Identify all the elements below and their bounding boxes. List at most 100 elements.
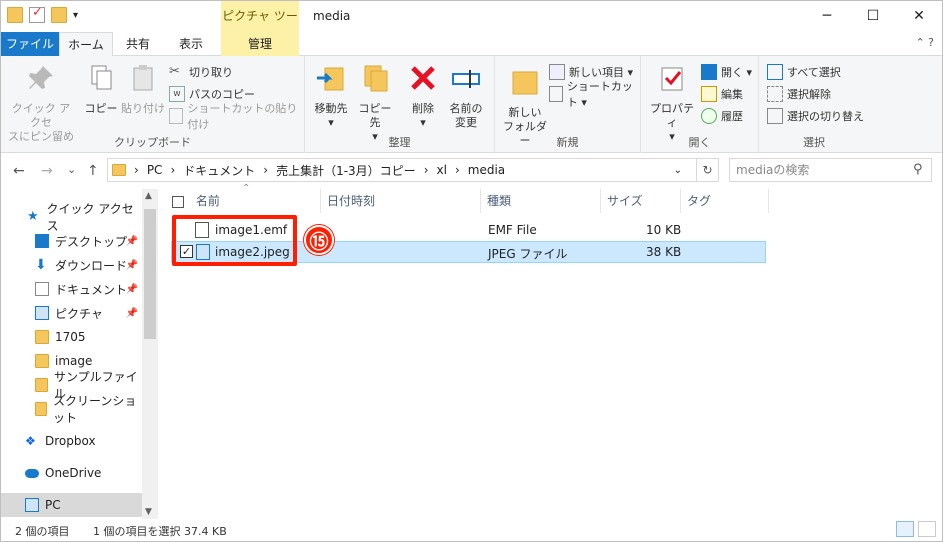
close-button[interactable]: ✕ (896, 1, 942, 32)
easy-access-button[interactable]: ショートカット ▾ (549, 80, 640, 109)
search-icon[interactable]: ⚲ (913, 162, 923, 177)
address-bar[interactable]: › PC › ドキュメント › 売上集計（1-3月）コピー › xl › med… (107, 158, 697, 182)
nav-quick-access[interactable]: ★ クイック アクセス (27, 202, 142, 233)
pin-icon: 📌 (125, 235, 138, 247)
new-folder-icon[interactable] (51, 7, 67, 23)
column-name[interactable]: 名前 (164, 189, 321, 213)
column-size[interactable]: サイズ (601, 189, 681, 213)
properties-button[interactable]: プロパティ ▾ (647, 62, 697, 144)
nav-item-1705[interactable]: 1705 (35, 325, 142, 349)
paste-shortcut-button[interactable]: ショートカットの貼り付け (169, 102, 304, 131)
nav-item-downloads[interactable]: ⬇ ダウンロード 📌 (35, 253, 142, 277)
item-count: 2 個の項目 (15, 525, 70, 538)
properties-check-icon[interactable] (29, 5, 45, 23)
breadcrumb-pc[interactable]: PC (147, 163, 163, 177)
delete-button[interactable]: 削除 ▾ (405, 62, 441, 130)
select-group: すべて選択 選択解除 選択の切り替え 選択 (759, 56, 869, 153)
new-folder-icon (512, 71, 538, 95)
column-tags[interactable]: タグ (681, 189, 769, 213)
pin-icon: 📌 (125, 259, 138, 271)
nav-scrollbar[interactable]: ▲ ▼ (142, 189, 158, 519)
breadcrumb-xl[interactable]: xl (437, 163, 447, 177)
tab-file[interactable]: ファイル (1, 32, 59, 56)
large-icons-view-icon[interactable] (918, 521, 936, 537)
nav-item-documents[interactable]: ドキュメント 📌 (35, 277, 142, 301)
rename-button[interactable]: 名前の 変更 (445, 62, 487, 130)
folder-icon (35, 378, 49, 392)
qat-dropdown-icon[interactable]: ▾ (73, 10, 78, 21)
nav-dropbox[interactable]: ❖ Dropbox (25, 429, 142, 453)
organize-group-label: 整理 (388, 136, 411, 149)
copy-button[interactable]: コピー (81, 62, 121, 116)
ribbon-tabs: ファイル ホーム 共有 表示 管理 ⌃ ? (1, 32, 942, 57)
tab-manage[interactable]: 管理 (221, 32, 299, 56)
selection-info: 1 個の項目を選択 37.4 KB (93, 525, 227, 538)
paste-button[interactable]: 貼り付け (119, 62, 167, 116)
onedrive-cloud-icon (25, 468, 39, 478)
breadcrumb-media[interactable]: media (468, 163, 505, 177)
recent-locations-icon[interactable]: ⌄ (67, 163, 76, 176)
cut-button[interactable]: ✂ 切り取り (169, 62, 233, 82)
minimize-button[interactable]: ─ (804, 1, 850, 32)
nav-pc[interactable]: PC (1, 493, 142, 517)
tab-home[interactable]: ホーム (59, 32, 113, 57)
select-all-checkbox[interactable] (172, 195, 184, 208)
copy-to-icon (364, 65, 388, 92)
details-view-icon[interactable] (896, 521, 914, 537)
move-to-button[interactable]: 移動先 ▾ (311, 62, 351, 130)
search-input[interactable]: mediaの検索 (729, 158, 932, 182)
select-group-label: 選択 (803, 136, 825, 149)
maximize-button[interactable]: ☐ (850, 1, 896, 32)
navigation-pane: ★ クイック アクセス デスクトップ 📌 ⬇ ダウンロード 📌 ドキュメント 📌… (1, 189, 158, 519)
new-item-icon (549, 64, 565, 80)
pc-monitor-icon (25, 498, 39, 512)
properties-icon (661, 67, 683, 91)
desktop-icon (35, 234, 49, 248)
nav-item-pictures[interactable]: ピクチャ 📌 (35, 301, 142, 325)
tab-view[interactable]: 表示 (163, 32, 219, 56)
scissors-icon: ✂ (169, 64, 180, 79)
move-to-icon (317, 67, 344, 91)
invert-selection-button[interactable]: 選択の切り替え (767, 106, 864, 126)
clipboard-icon (133, 65, 153, 91)
edit-button[interactable]: 編集 (701, 84, 743, 104)
window-title: media (313, 9, 351, 23)
scroll-up-icon[interactable]: ▲ (145, 191, 152, 201)
path-icon: W (169, 86, 185, 102)
nav-item-desktop[interactable]: デスクトップ 📌 (35, 229, 142, 253)
delete-x-icon (411, 66, 435, 90)
column-date[interactable]: 日付時刻 (321, 189, 481, 213)
file-size: 10 KB (646, 223, 682, 237)
tab-share[interactable]: 共有 (115, 32, 161, 56)
up-arrow-icon[interactable]: ↑ (87, 163, 99, 179)
history-button[interactable]: 履歴 (701, 106, 743, 126)
select-none-button[interactable]: 選択解除 (767, 84, 831, 104)
pictures-icon (35, 306, 49, 320)
pin-quick-access-button[interactable]: クイック アクセ スにピン留め (7, 62, 75, 144)
file-type: EMF File (488, 223, 537, 237)
address-dropdown-icon[interactable]: ⌄ (674, 165, 682, 176)
dropbox-icon: ❖ (25, 434, 36, 448)
back-arrow-icon[interactable]: ← (13, 163, 25, 179)
folder-icon[interactable] (7, 7, 23, 23)
organize-group: 移動先 ▾ コピー先 ▾ 削除 ▾ 名前の 変更 整理 (305, 56, 495, 153)
select-all-button[interactable]: すべて選択 (767, 62, 841, 82)
nav-item-screenshots[interactable]: スクリーンショット (35, 394, 142, 425)
open-image-icon (701, 64, 717, 80)
download-icon: ⬇ (35, 257, 47, 273)
open-button[interactable]: 開く ▾ (701, 62, 752, 82)
scroll-thumb[interactable] (144, 209, 156, 339)
history-icon (701, 108, 717, 124)
nav-onedrive[interactable]: OneDrive (25, 461, 142, 485)
column-type[interactable]: 種類 (481, 189, 601, 213)
copy-to-button[interactable]: コピー先 ▾ (355, 62, 395, 144)
forward-arrow-icon[interactable]: → (41, 163, 53, 179)
refresh-icon[interactable]: ↻ (697, 158, 719, 182)
file-size: 38 KB (646, 245, 682, 259)
help-icon[interactable]: ⌃ ? (915, 36, 934, 49)
quick-access-toolbar: ▾ (7, 5, 78, 23)
breadcrumb-documents[interactable]: ドキュメント (183, 162, 255, 179)
scroll-down-icon[interactable]: ▼ (145, 507, 152, 517)
breadcrumb-sales-copy[interactable]: 売上集計（1-3月）コピー (276, 162, 416, 179)
picture-tools-label: ピクチャ ツール (221, 1, 299, 54)
